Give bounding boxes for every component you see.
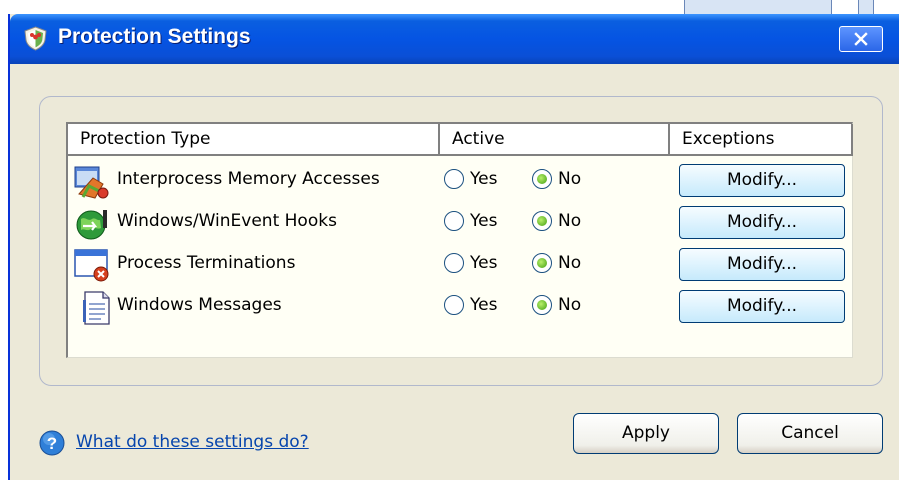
column-header-active[interactable]: Active [440, 124, 670, 156]
protection-type-label: Windows Messages [117, 295, 282, 315]
yes-radio[interactable] [444, 169, 464, 189]
yes-radio-label[interactable]: Yes [470, 253, 497, 273]
document-icon [83, 291, 110, 325]
protection-type-label: Interprocess Memory Accesses [117, 169, 380, 189]
column-header-protection-type[interactable]: Protection Type [68, 124, 440, 156]
table-row: Interprocess Memory Accesses Yes No Modi… [68, 160, 853, 202]
protection-type-label: Windows/WinEvent Hooks [117, 211, 337, 231]
table-row: Process Terminations Yes No Modify... [68, 244, 853, 286]
table-row: Windows/WinEvent Hooks Yes No Modify... [68, 202, 853, 244]
memory-access-icon [74, 166, 109, 199]
window-title: Protection Settings [58, 25, 251, 48]
cancel-button[interactable]: Cancel [737, 413, 883, 454]
dialog-body: Protection Type Active Exceptions Interp… [10, 64, 899, 480]
background-button [858, 0, 874, 15]
no-radio[interactable] [532, 295, 552, 315]
close-icon [854, 32, 868, 46]
yes-radio[interactable] [444, 295, 464, 315]
background-button [684, 0, 832, 15]
help-icon[interactable]: ? [39, 430, 65, 456]
no-radio[interactable] [532, 253, 552, 273]
no-radio-label[interactable]: No [558, 211, 581, 231]
modify-button[interactable]: Modify... [679, 248, 845, 281]
title-bar[interactable]: Protection Settings [10, 14, 899, 64]
yes-radio-label[interactable]: Yes [470, 169, 497, 189]
modify-button[interactable]: Modify... [679, 290, 845, 323]
svg-text:?: ? [47, 434, 57, 453]
no-radio[interactable] [532, 211, 552, 231]
help-link[interactable]: What do these settings do? [76, 432, 309, 452]
globe-hooks-icon [76, 210, 107, 240]
yes-radio-label[interactable]: Yes [470, 295, 497, 315]
protection-type-label: Process Terminations [117, 253, 296, 273]
apply-button[interactable]: Apply [573, 413, 719, 454]
modify-button[interactable]: Modify... [679, 164, 845, 197]
process-termination-icon [74, 249, 109, 282]
yes-radio[interactable] [444, 211, 464, 231]
no-radio-label[interactable]: No [558, 253, 581, 273]
yes-radio-label[interactable]: Yes [470, 211, 497, 231]
no-radio-label[interactable]: No [558, 169, 581, 189]
close-button[interactable] [839, 26, 883, 52]
column-header-exceptions[interactable]: Exceptions [670, 124, 853, 156]
shield-icon [24, 26, 47, 51]
no-radio[interactable] [532, 169, 552, 189]
yes-radio[interactable] [444, 253, 464, 273]
table-row: Windows Messages Yes No Modify... [68, 286, 853, 328]
protection-list[interactable]: Protection Type Active Exceptions Interp… [66, 122, 853, 358]
no-radio-label[interactable]: No [558, 295, 581, 315]
protection-settings-dialog: Protection Settings Protection Type Acti… [8, 14, 899, 480]
modify-button[interactable]: Modify... [679, 206, 845, 239]
